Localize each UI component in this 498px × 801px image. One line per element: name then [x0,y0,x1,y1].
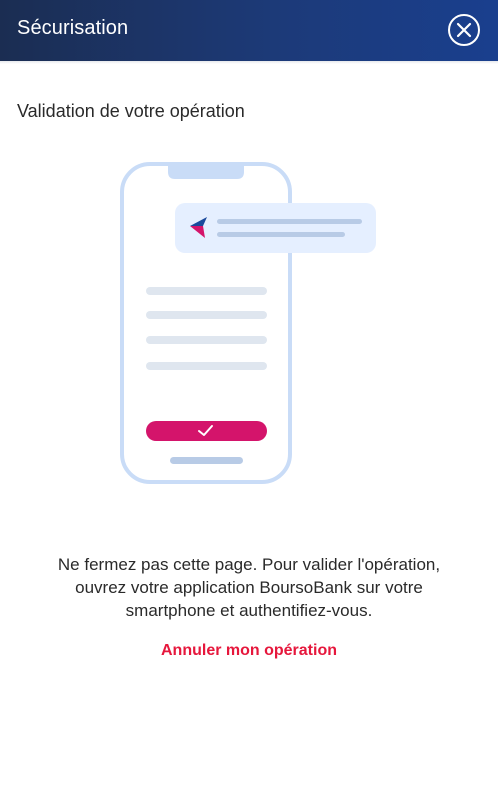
header-bar: Sécurisation [0,0,498,61]
phone-validation-illustration [120,162,376,484]
page-title: Sécurisation [17,17,129,39]
content-line [146,311,267,319]
home-indicator [170,457,243,464]
notification-card [175,203,376,253]
content-line [146,287,267,295]
section-title: Validation de votre opération [17,101,245,121]
close-icon[interactable] [447,13,481,47]
header-shadow [0,61,498,64]
content-line [146,362,267,370]
message-line: ouvrez votre application BoursoBank sur … [75,578,423,597]
notification-line [217,232,345,237]
phone-notch [168,164,244,179]
cancel-operation-link[interactable]: Annuler mon opération [0,642,498,660]
notification-line [217,219,362,224]
content-line [146,336,267,344]
message-line: Ne fermez pas cette page. Pour valider l… [57,555,441,574]
message-line: smartphone et authentifiez-vous. [125,601,373,620]
instruction-message: Ne fermez pas cette page. Pour valider l… [15,553,483,622]
